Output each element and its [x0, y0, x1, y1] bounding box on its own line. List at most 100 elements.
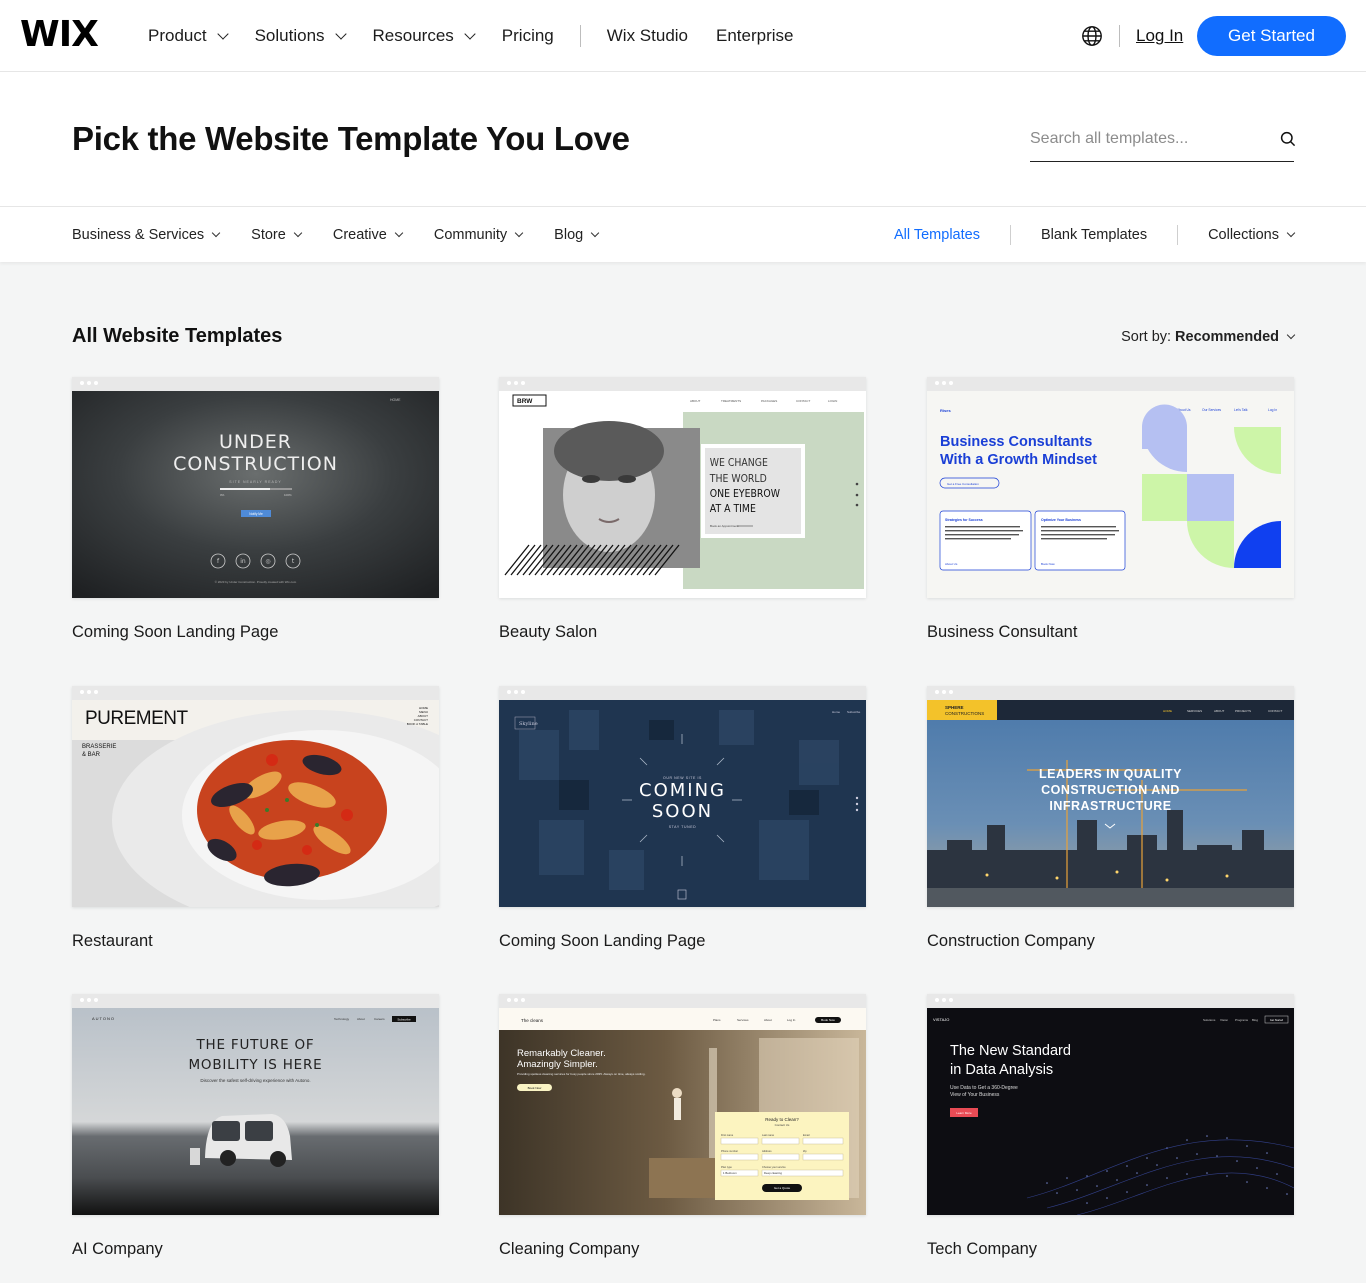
chevron-down-icon	[293, 228, 303, 238]
nav-label: Pricing	[501, 26, 554, 45]
template-card[interactable]: BRW ABOUT TREATMENTS PACKAGES CONTACT LO…	[499, 377, 866, 642]
svg-text:BOOK A TABLE: BOOK A TABLE	[407, 722, 428, 726]
svg-text:Get Started: Get Started	[1270, 1018, 1284, 1022]
tab-all-templates[interactable]: All Templates	[894, 227, 980, 243]
nav-label: Product	[148, 26, 207, 45]
nav-enterprise[interactable]: Enterprise	[716, 26, 793, 46]
header-divider	[1119, 25, 1120, 47]
chevron-down-icon	[464, 27, 476, 40]
browser-dots	[935, 381, 956, 385]
template-card[interactable]: AUTONO Technology About Careers Subscrib…	[72, 994, 439, 1259]
nav-product[interactable]: Product	[148, 26, 229, 46]
svg-text:STAY TUNED: STAY TUNED	[669, 825, 697, 829]
globe-icon[interactable]	[1081, 25, 1103, 47]
login-link[interactable]: Log In	[1136, 26, 1183, 46]
svg-text:LEADERS IN QUALITY: LEADERS IN QUALITY	[1039, 767, 1182, 781]
svg-text:ABOUT: ABOUT	[690, 399, 701, 403]
template-thumbnail[interactable]: VISTAJO Solutions Vision Programs Blog G…	[927, 994, 1294, 1215]
tab-collections[interactable]: Collections	[1208, 227, 1296, 243]
search-icon[interactable]	[1280, 131, 1296, 147]
category-store[interactable]: Store	[251, 227, 303, 243]
template-card[interactable]: HOME UNDER CONSTRUCTION SITE NEARLY READ…	[72, 377, 439, 642]
template-thumbnail[interactable]: PUREMENT BRASSERIE & BAR HOME MENU ABOUT…	[72, 686, 439, 907]
svg-text:& BAR: & BAR	[82, 752, 101, 758]
template-name[interactable]: Coming Soon Landing Page	[499, 932, 866, 951]
category-blog[interactable]: Blog	[554, 227, 600, 243]
template-name[interactable]: AI Company	[72, 1240, 439, 1259]
template-thumbnail[interactable]: Rises About Us Our Services Let's Talk L…	[927, 377, 1294, 598]
template-name[interactable]: Tech Company	[927, 1240, 1294, 1259]
template-thumbnail[interactable]: BRW ABOUT TREATMENTS PACKAGES CONTACT LO…	[499, 377, 866, 598]
preview-ai-company: AUTONO Technology About Careers Subscrib…	[72, 1008, 439, 1215]
tab-blank-templates[interactable]: Blank Templates	[1041, 227, 1147, 243]
preview-cleaning-company: The cleans Plans Services About Log In B…	[499, 1008, 866, 1215]
svg-text:Discover the safest self-drivi: Discover the safest self-driving experie…	[200, 1078, 310, 1083]
preview-pct: 100%	[284, 493, 292, 497]
template-card[interactable]: PUREMENT BRASSERIE & BAR HOME MENU ABOUT…	[72, 686, 439, 951]
template-name[interactable]: Beauty Salon	[499, 623, 866, 642]
section-title: All Website Templates	[72, 325, 283, 347]
search-input[interactable]	[1030, 128, 1265, 150]
template-name[interactable]: Cleaning Company	[499, 1240, 866, 1259]
category-menu: Business & Services Store Creative Commu…	[72, 207, 630, 263]
template-name[interactable]: Restaurant	[72, 932, 439, 951]
svg-text:in: in	[240, 558, 246, 565]
svg-text:Providing spotless cleaning se: Providing spotless cleaning services for…	[517, 1072, 646, 1076]
nav-label: Enterprise	[716, 26, 794, 45]
preview-title: Business Consultants	[940, 434, 1092, 450]
filter-divider	[1009, 225, 1011, 245]
category-creative[interactable]: Creative	[333, 227, 404, 243]
template-card[interactable]: The cleans Plans Services About Log In B…	[499, 994, 866, 1259]
preview-business-consultant: Rises About Us Our Services Let's Talk L…	[927, 391, 1294, 598]
svg-text:Learn More: Learn More	[956, 1111, 972, 1115]
preview-subtitle: SITE NEARLY READY	[229, 480, 281, 484]
preview-brand: AUTONO	[92, 1016, 115, 1021]
svg-text:THE WORLD: THE WORLD	[709, 473, 767, 485]
template-thumbnail[interactable]: SPHERE CONSTRUCTIONS HOME SERVICES ABOUT…	[927, 686, 1294, 907]
template-name[interactable]: Coming Soon Landing Page	[72, 623, 439, 642]
svg-text:LOGIN: LOGIN	[828, 399, 837, 403]
template-thumbnail[interactable]: HOME UNDER CONSTRUCTION SITE NEARLY READ…	[72, 377, 439, 598]
svg-text:Services: Services	[737, 1018, 749, 1022]
nav-solutions[interactable]: Solutions	[255, 26, 347, 46]
template-card[interactable]: Rises About Us Our Services Let's Talk L…	[927, 377, 1294, 642]
get-started-button[interactable]: Get Started	[1197, 16, 1346, 56]
preview-brand: Rises	[940, 408, 951, 413]
sort-dropdown[interactable]: Sort by: Recommended	[1121, 329, 1296, 345]
category-label: Blog	[554, 227, 584, 243]
svg-text:Email: Email	[803, 1133, 810, 1137]
svg-text:COMING: COMING	[639, 780, 726, 801]
wix-logo[interactable]: WIX	[20, 17, 99, 53]
category-business-services[interactable]: Business & Services	[72, 227, 221, 243]
svg-text:First name: First name	[721, 1133, 734, 1137]
nav-wix-studio[interactable]: Wix Studio	[607, 26, 688, 46]
template-card[interactable]: VISTAJO Solutions Vision Programs Blog G…	[927, 994, 1294, 1259]
category-community[interactable]: Community	[434, 227, 524, 243]
preview-brand: PUREMENT	[85, 708, 189, 729]
svg-text:Plans: Plans	[713, 1018, 721, 1022]
main-nav: Product Solutions Resources Pricing Wix …	[148, 0, 822, 72]
preview-brand: SPHERE	[945, 705, 964, 710]
svg-text:CONTACT: CONTACT	[1268, 709, 1282, 713]
template-name[interactable]: Business Consultant	[927, 623, 1294, 642]
svg-text:Careers: Careers	[374, 1017, 385, 1021]
template-thumbnail[interactable]: AUTONO Technology About Careers Subscrib…	[72, 994, 439, 1215]
nav-resources[interactable]: Resources	[373, 26, 476, 46]
category-bar: Business & Services Store Creative Commu…	[0, 206, 1366, 262]
svg-text:AT A TIME: AT A TIME	[710, 503, 756, 515]
svg-text:CONTACT: CONTACT	[796, 399, 810, 403]
template-name[interactable]: Construction Company	[927, 932, 1294, 951]
preview-title: With a Growth Mindset	[940, 452, 1097, 468]
template-thumbnail[interactable]: Skyline Home Subscribe OUR NEW SITE IS C…	[499, 686, 866, 907]
svg-text:TREATMENTS: TREATMENTS	[721, 399, 741, 403]
svg-text:BRASSERIE: BRASSERIE	[82, 744, 116, 750]
nav-pricing[interactable]: Pricing	[502, 26, 554, 46]
page-title: Pick the Website Template You Love	[72, 120, 630, 157]
svg-text:Strategies for Success: Strategies for Success	[945, 518, 983, 522]
svg-text:Optimize Your Business: Optimize Your Business	[1041, 518, 1081, 522]
template-thumbnail[interactable]: The cleans Plans Services About Log In B…	[499, 994, 866, 1215]
template-card[interactable]: Skyline Home Subscribe OUR NEW SITE IS C…	[499, 686, 866, 951]
svg-text:The New Standard: The New Standard	[950, 1043, 1071, 1059]
svg-text:◎: ◎	[265, 558, 270, 565]
template-card[interactable]: SPHERE CONSTRUCTIONS HOME SERVICES ABOUT…	[927, 686, 1294, 951]
